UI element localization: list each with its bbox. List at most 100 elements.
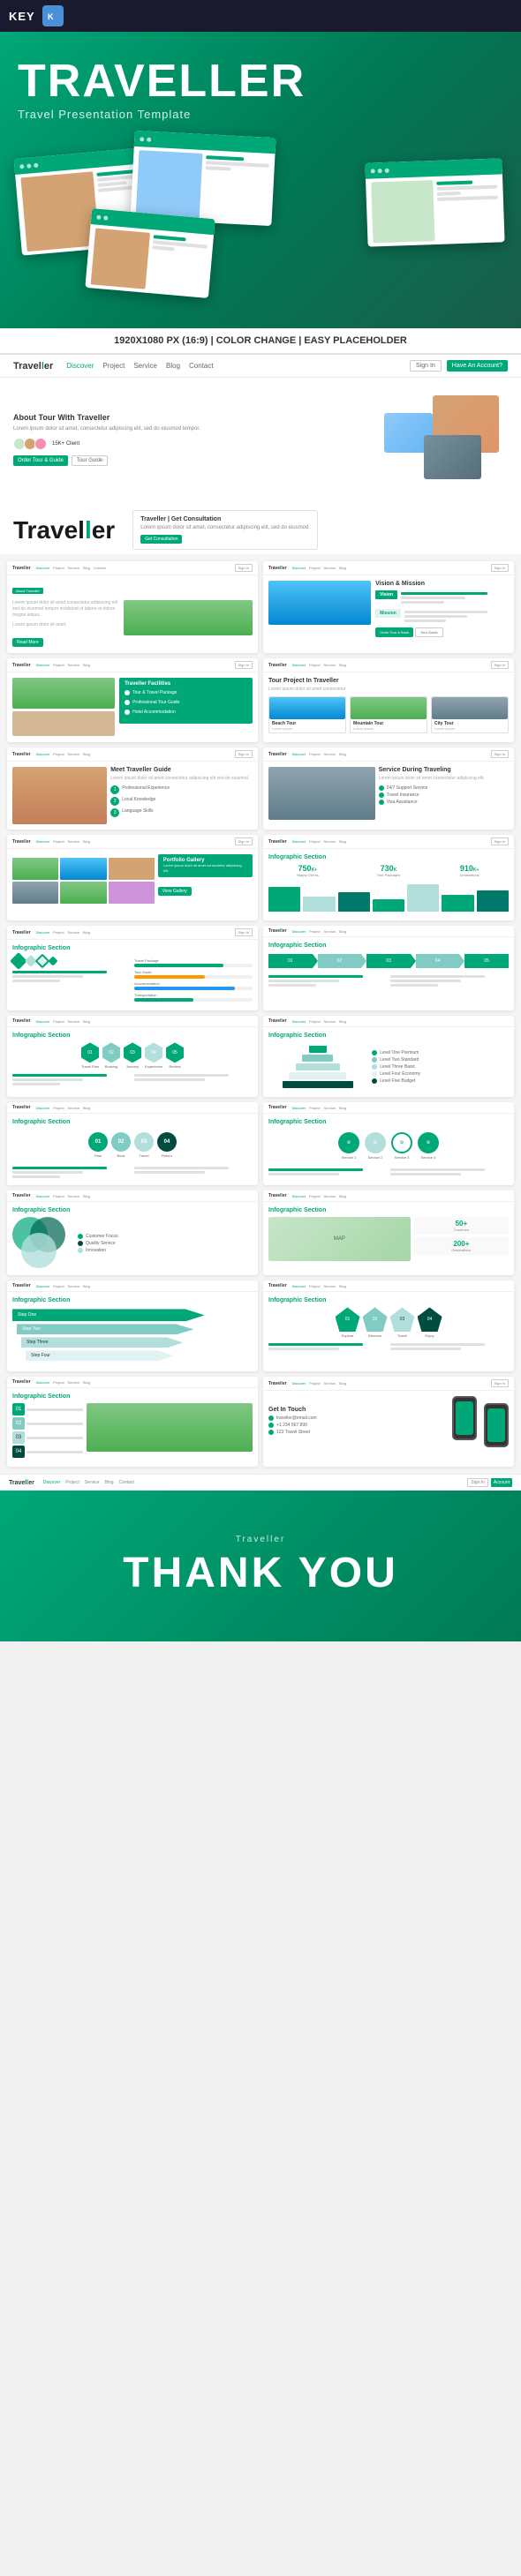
infographic-arrows2-title: Infographic Section (12, 1297, 253, 1303)
gear-label-4: Service 4 (421, 1155, 436, 1160)
sc-signin-btn[interactable]: Sign In (235, 564, 253, 572)
thank-you-section: Traveller THANK YOU (0, 1491, 521, 1641)
sc-signin-btn6[interactable]: Sign In (491, 750, 509, 758)
gear-label-1: Service 1 (342, 1155, 357, 1160)
tour-projects-list: Beach Tour Lorem ipsum Mountain Tour Lor… (268, 696, 509, 733)
overlap-label-2: Quality Service (86, 1241, 116, 1246)
footer-signin[interactable]: Sign In (467, 1478, 488, 1487)
pentagon-row: 01 Explore 02 Discover 03 Travel 04 Enjo… (268, 1307, 509, 1338)
footer-create-account[interactable]: Account (491, 1478, 512, 1487)
about-btn[interactable]: Read More (12, 638, 43, 647)
arrows-line-1 (268, 975, 363, 978)
facility-icon-2 (125, 700, 130, 705)
phone-screen-1 (456, 1401, 473, 1435)
circles-col-1 (12, 1165, 131, 1180)
slide-portfolio: Traveller DiscoverProjectServiceBlog Sig… (7, 835, 258, 920)
progress-cols: Travel Package Tour Guide Accommodation (12, 955, 253, 1005)
overlap-item-2: Quality Service (78, 1241, 253, 1246)
sc-signin-btn4[interactable]: Sign In (491, 661, 509, 669)
sc-signin-btn9[interactable]: Sign In (235, 928, 253, 936)
guide-item-3: 3 Language Skills (110, 808, 253, 817)
stat-item-2: 730K Tour Packages (350, 864, 428, 877)
slide-infographic-arrows-body: Infographic Section 01 02 03 04 05 (263, 937, 514, 994)
slide-about-body: About Traveller Lorem ipsum dolor sit am… (7, 575, 258, 653)
slide-guide-nav: Traveller DiscoverProjectServiceBlog Sig… (7, 747, 258, 762)
sc-signin-btn7[interactable]: Sign In (235, 837, 253, 845)
gallery-grid (12, 858, 155, 904)
consultation-button[interactable]: Get Consultation (140, 535, 182, 544)
mini-slide-2 (130, 131, 276, 226)
sc-signin-btn3[interactable]: Sign In (235, 661, 253, 669)
hero-description: Lorem ipsum dolor sit amet, consectetur … (13, 425, 232, 432)
num-box-4: 04 (12, 1446, 25, 1458)
nav-link-blog[interactable]: Blog (166, 362, 180, 370)
gear-label-3: Service 3 (395, 1155, 410, 1160)
slide-service-nav: Traveller DiscoverProjectServiceBlog Sig… (263, 747, 514, 762)
slide-vision: Traveller DiscoverProjectServiceBlog Sig… (263, 561, 514, 653)
hex-sl-5 (134, 1078, 205, 1081)
pent-sl-3 (390, 1343, 485, 1346)
slide-tour-nav: Traveller DiscoverProjectServiceBlog Sig… (263, 658, 514, 672)
info-line-2 (12, 975, 83, 978)
tour-title: Tour Project In Traveller (268, 678, 509, 684)
pb-fill-4 (134, 998, 193, 1002)
facilities-list: Tour & Travel Package Professional Tour … (125, 690, 247, 717)
circles-sl-4 (134, 1167, 229, 1169)
hero-slides (18, 134, 503, 311)
slide-infographic-circles-body: Infographic Section 01 Plan 02 Book 03 T… (7, 1114, 258, 1185)
gallery-img-4 (12, 882, 58, 904)
facilities-title: Traveller Facilities (125, 681, 247, 687)
pyramid-row-3 (296, 1063, 340, 1070)
overlap-dot-2 (78, 1241, 83, 1246)
sc-signin-btn5[interactable]: Sign In (235, 750, 253, 758)
infographic-overlap-title: Infographic Section (12, 1207, 253, 1213)
sc-signin-btn8[interactable]: Sign In (491, 837, 509, 845)
pyramid-text: Level One Premium Level Two Standard Lev… (372, 1048, 509, 1086)
thank-you-sub: Traveller (18, 1535, 503, 1544)
create-account-button[interactable]: Have An Account? (447, 360, 508, 372)
gears-col-2 (390, 1167, 509, 1177)
step-2: 02 (318, 954, 362, 968)
project-img-2 (351, 697, 427, 719)
num-item-1: 01 (12, 1403, 83, 1416)
service-text-3: Visa Assistance (387, 800, 418, 805)
project-3: City Tour Lorem ipsum (431, 696, 509, 733)
num-box-2: 02 (12, 1417, 25, 1430)
bar-6 (442, 895, 473, 912)
nav-link-discover[interactable]: Discover (66, 362, 94, 370)
nav-link-project[interactable]: Project (102, 362, 125, 370)
pyramid-label-5: Level Five Budget (380, 1078, 415, 1084)
guide-list: 1 Professional Experience 2 Local Knowle… (110, 785, 253, 817)
slide-infographic-numbered-body: Infographic Section 01 02 03 (7, 1388, 258, 1467)
vision-btn1[interactable]: Order Tour & Book (375, 627, 413, 637)
nav-link-service[interactable]: Service (133, 362, 157, 370)
hex-sl-2 (12, 1078, 83, 1081)
gear-infographic-row: ⚙ Service 1 ⚙ Service 2 ⚙ Service 3 ⚙ Se… (268, 1129, 509, 1163)
vision-btn2[interactable]: Tour Guide (415, 627, 443, 637)
pent-col-2 (390, 1341, 509, 1352)
mission-badge: Mission (375, 609, 401, 618)
pb-row-3: Accommodation (134, 981, 253, 990)
circles-text-cols (12, 1165, 253, 1180)
service-title: Service During Traveling (379, 767, 509, 773)
num-box-1: 01 (12, 1403, 25, 1416)
tour-guide-button[interactable]: Tour Guide (72, 455, 108, 466)
portfolio-btn[interactable]: View Gallery (158, 887, 192, 896)
service-icon-1 (379, 785, 384, 791)
sc-signin-btn2[interactable]: Sign In (491, 564, 509, 572)
service-icon-2 (379, 792, 384, 798)
pyramid-dot-1 (372, 1050, 377, 1055)
sc-signin-btn-touch[interactable]: Sign In (491, 1379, 509, 1387)
infographic-pentagons-title: Infographic Section (268, 1297, 509, 1303)
hero-left: About Tour With Traveller Lorem ipsum do… (13, 413, 232, 466)
pyramid-list: Level One Premium Level Two Standard Lev… (372, 1050, 509, 1084)
map-stat-num-2: 200+ (417, 1240, 506, 1248)
sign-in-button[interactable]: Sign In (410, 360, 442, 372)
map-section: MAP 50+ Countries 200+ Destinations (268, 1217, 509, 1261)
slide-service-during: Traveller DiscoverProjectServiceBlog Sig… (263, 747, 514, 830)
overlap-item-3: Innovation (78, 1248, 253, 1253)
nav-link-contact[interactable]: Contact (189, 362, 214, 370)
pentagon-shape-4: 04 (418, 1307, 442, 1332)
order-tour-button[interactable]: Order Tour & Guide (13, 455, 68, 466)
pyramid-row-1 (309, 1046, 327, 1053)
